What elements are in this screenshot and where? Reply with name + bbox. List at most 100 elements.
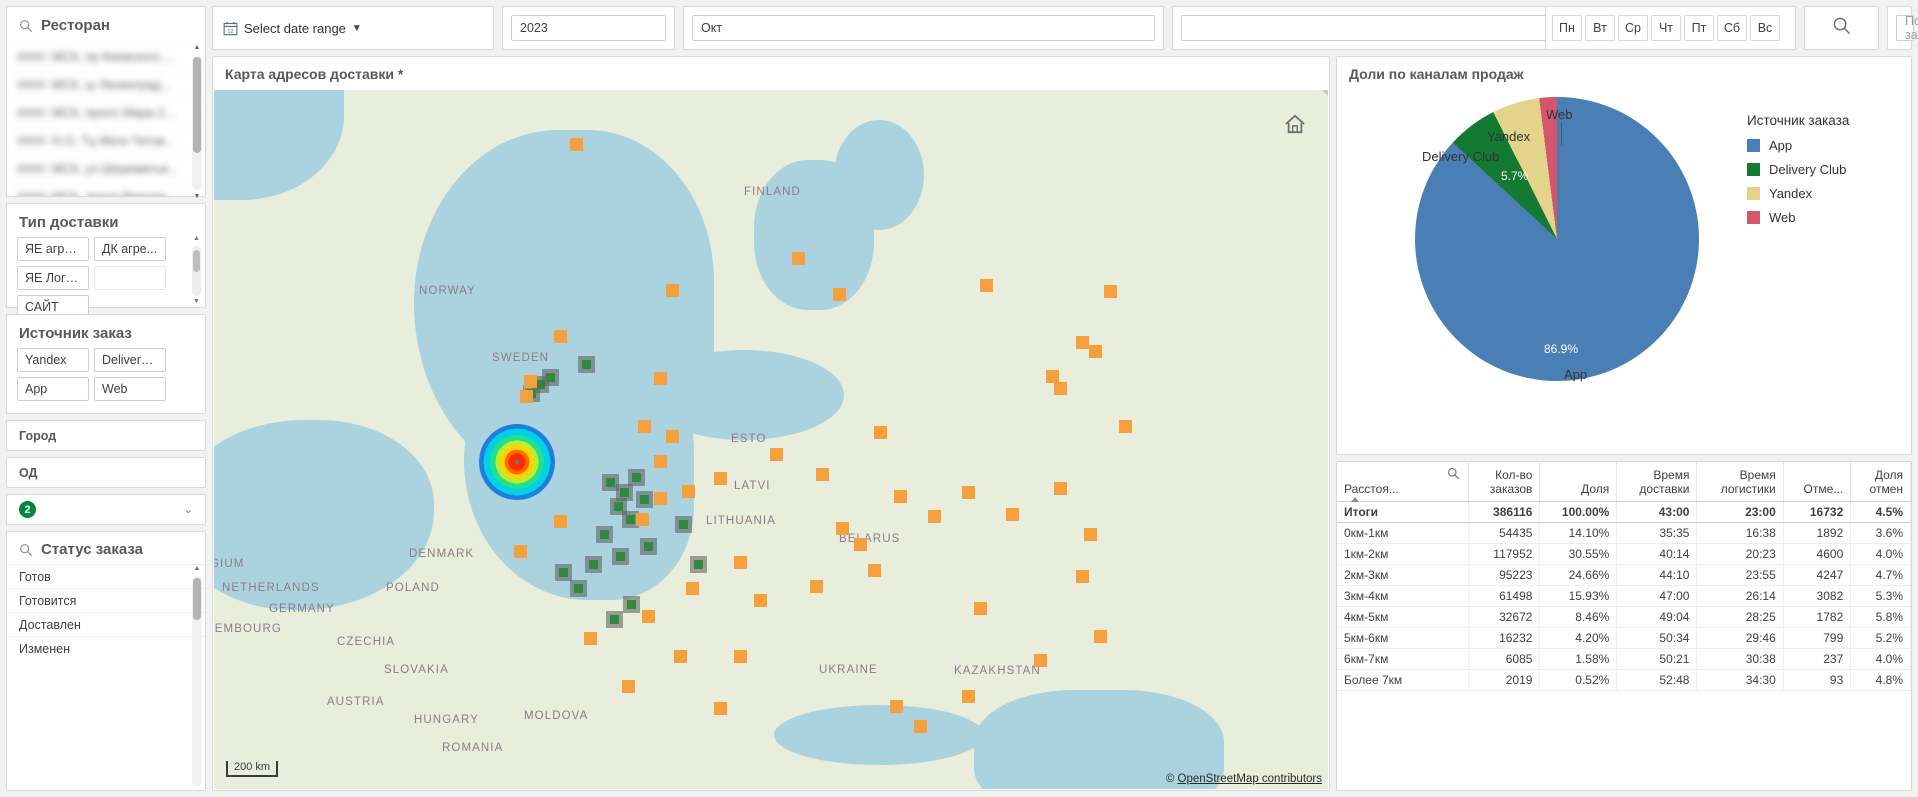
chip-order-source-app[interactable]: App: [17, 377, 89, 401]
order-status-list[interactable]: Готов Готовится Доставлен Изменен: [7, 564, 205, 660]
map-marker-delivery[interactable]: [714, 702, 727, 715]
map-marker-delivery[interactable]: [974, 602, 987, 615]
cell-distance[interactable]: 2км-3км: [1337, 564, 1470, 586]
map-marker-restaurant[interactable]: [606, 478, 615, 487]
map-home-button[interactable]: [1284, 114, 1306, 134]
map-marker-delivery[interactable]: [810, 580, 823, 593]
map-marker-delivery[interactable]: [666, 430, 679, 443]
map-marker-delivery[interactable]: [854, 538, 867, 551]
map-marker-restaurant[interactable]: [620, 488, 629, 497]
col-header-distance[interactable]: Расстоя...: [1337, 462, 1470, 502]
halfhour-filter[interactable]: Получас заказа: [1887, 6, 1918, 50]
list-item[interactable]: ####: Н.О, Тц Мега Титов...: [7, 126, 205, 154]
map-marker-delivery[interactable]: [928, 510, 941, 523]
cell-distance[interactable]: 4км-5км: [1337, 606, 1470, 628]
filter-delivery-type[interactable]: Тип доставки ЯЕ агрег... ДК агре... ЯЕ Л…: [6, 203, 206, 319]
map-marker-delivery[interactable]: [570, 138, 583, 151]
chevron-down-icon[interactable]: ⌄: [184, 503, 193, 516]
restaurant-scrollbar[interactable]: ▲ ▼: [192, 44, 202, 200]
map-marker-restaurant[interactable]: [574, 584, 583, 593]
day-of-week-filter[interactable]: Пн Вт Ср Чт Пт Сб Вс: [1545, 6, 1796, 50]
map-marker-restaurant[interactable]: [626, 515, 635, 524]
map-marker-delivery[interactable]: [1094, 630, 1107, 643]
map-marker-restaurant[interactable]: [632, 473, 641, 482]
chip-order-source-delivery-club[interactable]: Delivery C...: [94, 348, 166, 372]
dow-button-fri[interactable]: Пт: [1684, 15, 1714, 41]
map-marker-delivery[interactable]: [1084, 528, 1097, 541]
search-icon[interactable]: [19, 19, 33, 33]
dow-button-wed[interactable]: Ср: [1618, 15, 1648, 41]
map-marker-delivery[interactable]: [520, 390, 533, 403]
list-item[interactable]: ####: МСК, ш Ленинград...: [7, 70, 205, 98]
cell-distance[interactable]: 3км-4км: [1337, 585, 1470, 607]
list-item[interactable]: ####: МСК, ул Шереметье...: [7, 154, 205, 182]
legend-item-app[interactable]: App: [1747, 138, 1849, 153]
filter-order-source[interactable]: Источник заказ Yandex Delivery C... App …: [6, 314, 206, 414]
map-marker-delivery[interactable]: [638, 420, 651, 433]
month-filter[interactable]: Окт: [683, 6, 1164, 50]
table-row[interactable]: 5км-6км 16232 4.20% 50:34 29:46 799 5.2%: [1337, 627, 1911, 649]
chip-order-source-web[interactable]: Web: [94, 377, 166, 401]
scrollbar-thumb[interactable]: [193, 578, 201, 620]
chevron-up-icon[interactable]: ▲: [192, 43, 202, 53]
map-marker-delivery[interactable]: [1054, 482, 1067, 495]
scrollbar-thumb[interactable]: [193, 250, 200, 272]
table-row[interactable]: 4км-5км 32672 8.46% 49:04 28:25 1782 5.8…: [1337, 606, 1911, 628]
map-marker-delivery[interactable]: [816, 468, 829, 481]
dow-button-thu[interactable]: Чт: [1651, 15, 1681, 41]
chevron-down-icon[interactable]: ▼: [192, 298, 201, 307]
cell-distance[interactable]: 0км-1км: [1337, 522, 1470, 544]
map-marker-delivery[interactable]: [554, 515, 567, 528]
legend-item-yandex[interactable]: Yandex: [1747, 186, 1849, 201]
map-marker-delivery[interactable]: [890, 700, 903, 713]
table-row[interactable]: 1км-2км 117952 30.55% 40:14 20:23 4600 4…: [1337, 543, 1911, 565]
map-marker-delivery[interactable]: [734, 556, 747, 569]
map-marker-delivery[interactable]: [674, 650, 687, 663]
map-marker-delivery[interactable]: [1119, 420, 1132, 433]
chevron-up-icon[interactable]: ▲: [192, 564, 202, 574]
map-marker-delivery[interactable]: [874, 426, 887, 439]
legend-item-delivery-club[interactable]: Delivery Club: [1747, 162, 1849, 177]
map-marker-delivery[interactable]: [962, 690, 975, 703]
map-marker-delivery[interactable]: [636, 513, 649, 526]
distance-metrics-table[interactable]: Расстоя... Кол-во заказов Доля Время дос…: [1337, 462, 1911, 691]
list-item[interactable]: Изменен: [7, 636, 205, 660]
col-header-orders[interactable]: Кол-во заказов: [1468, 462, 1541, 502]
filter-order-status[interactable]: Статус заказа Готов Готовится Доставлен …: [6, 531, 206, 791]
list-item[interactable]: Готов: [7, 564, 205, 588]
map-marker-restaurant[interactable]: [614, 502, 623, 511]
map-marker-restaurant[interactable]: [627, 600, 636, 609]
chevron-down-icon[interactable]: ▼: [352, 23, 362, 34]
map-marker-delivery[interactable]: [868, 564, 881, 577]
filter-od[interactable]: ОД: [6, 457, 206, 488]
map-marker-delivery[interactable]: [682, 485, 695, 498]
map-marker-delivery[interactable]: [554, 330, 567, 343]
map-marker-delivery[interactable]: [734, 650, 747, 663]
map-marker-restaurant[interactable]: [694, 560, 703, 569]
map-marker-delivery[interactable]: [1006, 508, 1019, 521]
chip-delivery-type[interactable]: ДК агре...: [94, 237, 166, 261]
filter-city[interactable]: Город: [6, 420, 206, 451]
table-row[interactable]: Более 7км 2019 0.52% 52:48 34:30 93 4.8%: [1337, 669, 1911, 691]
dow-button-tue[interactable]: Вт: [1585, 15, 1615, 41]
map-marker-delivery[interactable]: [1076, 336, 1089, 349]
map-marker-restaurant[interactable]: [679, 520, 688, 529]
order-source-chips[interactable]: Yandex Delivery C... App Web: [7, 348, 205, 401]
chevron-up-icon[interactable]: ▲: [192, 235, 201, 244]
map-heat-cluster[interactable]: [479, 424, 555, 500]
map-marker-delivery[interactable]: [1076, 570, 1089, 583]
map-marker-delivery[interactable]: [642, 610, 655, 623]
chip-delivery-type[interactable]: ЯЕ агрег...: [17, 237, 89, 261]
filter-restaurant[interactable]: Ресторан ####: МСК, пр Киевского ... ###…: [6, 6, 206, 200]
order-status-scrollbar[interactable]: ▲: [192, 565, 202, 786]
table-row[interactable]: 2км-3км 95223 24.66% 44:10 23:55 4247 4.…: [1337, 564, 1911, 586]
map-marker-delivery[interactable]: [1054, 382, 1067, 395]
table-row[interactable]: 0км-1км 54435 14.10% 35:35 16:38 1892 3.…: [1337, 522, 1911, 544]
map-marker-delivery[interactable]: [894, 490, 907, 503]
search-icon[interactable]: [1832, 16, 1851, 40]
map-marker-delivery[interactable]: [914, 720, 927, 733]
map-marker-restaurant[interactable]: [589, 560, 598, 569]
dow-button-sun[interactable]: Вс: [1750, 15, 1780, 41]
cell-distance[interactable]: 6км-7км: [1337, 648, 1470, 670]
map-marker-delivery[interactable]: [654, 372, 667, 385]
